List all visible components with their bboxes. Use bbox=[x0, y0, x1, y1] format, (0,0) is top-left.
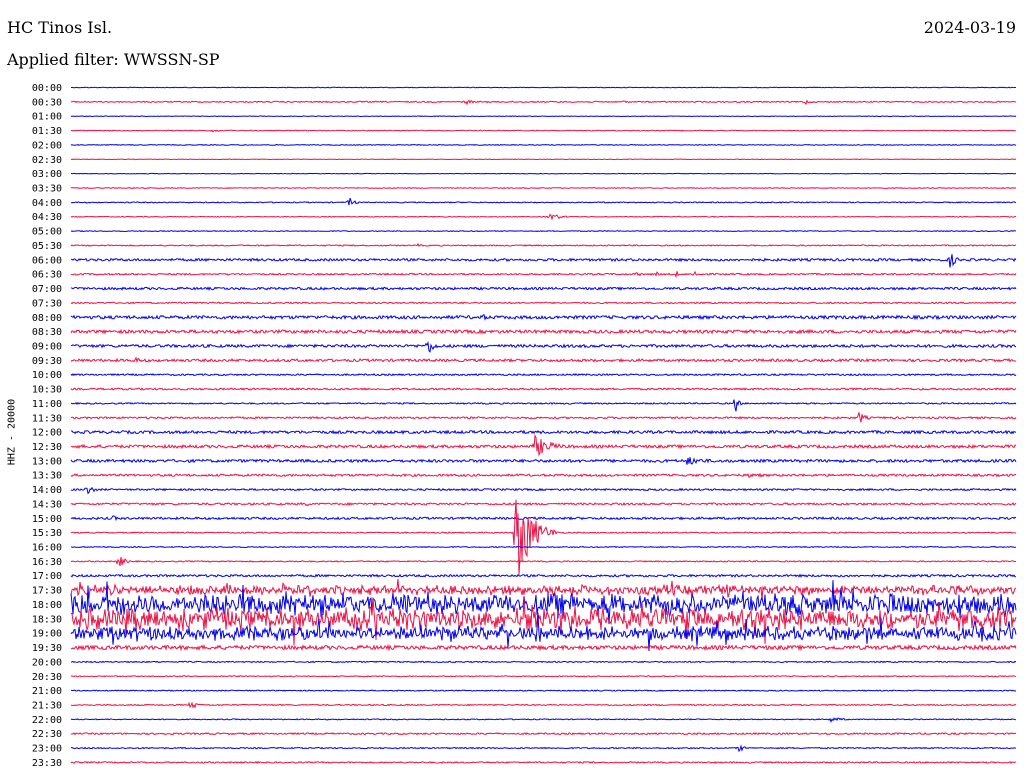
trace-line bbox=[70, 412, 1017, 423]
trace-line bbox=[70, 717, 1017, 723]
trace-line bbox=[70, 501, 1017, 507]
time-label: 17:00 bbox=[32, 571, 62, 582]
time-label: 23:00 bbox=[32, 744, 62, 755]
time-label: 09:30 bbox=[32, 356, 62, 367]
time-label: 20:00 bbox=[32, 657, 62, 668]
trace-line bbox=[70, 429, 1017, 435]
trace-line bbox=[70, 158, 1017, 161]
trace-line bbox=[71, 186, 1017, 190]
time-label: 16:30 bbox=[32, 557, 62, 568]
trace-line bbox=[70, 129, 1017, 133]
trace-line bbox=[70, 270, 1017, 279]
time-label: 04:30 bbox=[32, 212, 62, 223]
time-label: 07:30 bbox=[32, 298, 62, 309]
trace-line bbox=[71, 197, 1017, 206]
trace-line bbox=[70, 643, 1017, 652]
trace-line bbox=[71, 701, 1017, 709]
time-label: 08:30 bbox=[32, 327, 62, 338]
time-label: 06:00 bbox=[32, 255, 62, 266]
trace-line bbox=[70, 356, 1017, 364]
time-label: 13:00 bbox=[32, 456, 62, 467]
trace-line bbox=[70, 675, 1017, 678]
trace-line bbox=[70, 314, 1017, 322]
time-label: 14:00 bbox=[32, 485, 62, 496]
trace-line bbox=[70, 143, 1017, 146]
time-label-group: 00:00 00:30 01:00 01:30 02:00 02:30 03:00 03:30… bbox=[32, 83, 62, 769]
time-label: 01:00 bbox=[32, 112, 62, 123]
trace-line bbox=[70, 301, 1017, 305]
time-label: 02:30 bbox=[32, 155, 62, 166]
time-label: 16:00 bbox=[32, 543, 62, 554]
time-label: 03:00 bbox=[32, 169, 62, 180]
time-label: 19:30 bbox=[32, 643, 62, 654]
trace-line bbox=[70, 86, 1017, 89]
trace-line bbox=[70, 230, 1017, 233]
trace-line bbox=[70, 242, 1017, 247]
trace-group bbox=[70, 86, 1017, 764]
time-label: 06:30 bbox=[32, 270, 62, 281]
time-label: 22:00 bbox=[32, 715, 62, 726]
time-label: 03:30 bbox=[32, 184, 62, 195]
trace-line bbox=[70, 760, 1017, 764]
time-label: 02:00 bbox=[32, 140, 62, 151]
time-label: 13:30 bbox=[32, 471, 62, 482]
time-label: 14:30 bbox=[32, 499, 62, 510]
time-label: 11:00 bbox=[32, 399, 62, 410]
time-label: 15:30 bbox=[32, 528, 62, 539]
time-label: 15:00 bbox=[32, 514, 62, 525]
trace-line bbox=[70, 515, 1017, 522]
trace-line bbox=[70, 373, 1017, 377]
trace-line bbox=[70, 486, 1017, 495]
time-label: 05:30 bbox=[32, 241, 62, 252]
trace-line bbox=[70, 573, 1017, 578]
time-label: 11:30 bbox=[32, 413, 62, 424]
time-label: 18:30 bbox=[32, 614, 62, 625]
time-label: 12:30 bbox=[32, 442, 62, 453]
trace-line bbox=[70, 472, 1017, 478]
trace-line bbox=[70, 286, 1017, 291]
time-label: 10:30 bbox=[32, 385, 62, 396]
time-label: 18:00 bbox=[32, 600, 62, 611]
trace-line bbox=[70, 172, 1016, 175]
time-label: 05:00 bbox=[32, 227, 62, 238]
time-label: 22:30 bbox=[32, 729, 62, 740]
time-label: 10:00 bbox=[32, 370, 62, 381]
trace-line bbox=[70, 213, 1017, 221]
time-label: 21:30 bbox=[32, 700, 62, 711]
trace-line bbox=[70, 744, 1017, 753]
time-label: 12:00 bbox=[32, 428, 62, 439]
trace-line bbox=[70, 689, 1017, 692]
trace-line bbox=[70, 399, 1017, 412]
trace-line bbox=[70, 545, 1017, 549]
trace-line bbox=[70, 732, 1017, 736]
time-label: 07:00 bbox=[32, 284, 62, 295]
time-label: 19:00 bbox=[32, 629, 62, 640]
time-label: 08:00 bbox=[32, 313, 62, 324]
time-label: 01:30 bbox=[32, 126, 62, 137]
time-label: 17:30 bbox=[32, 586, 62, 597]
trace-line bbox=[70, 387, 1017, 391]
trace-line bbox=[70, 457, 1017, 465]
trace-line bbox=[70, 99, 1017, 106]
time-label: 21:00 bbox=[32, 686, 62, 697]
time-label: 09:00 bbox=[32, 341, 62, 352]
trace-line bbox=[70, 254, 1017, 268]
trace-line bbox=[71, 115, 1017, 118]
trace-line bbox=[70, 556, 1017, 567]
time-label: 20:30 bbox=[32, 672, 62, 683]
time-label: 04:00 bbox=[32, 198, 62, 209]
time-label: 00:30 bbox=[32, 97, 62, 108]
helicorder-plot: 00:00 00:30 01:00 01:30 02:00 02:30 03:00 03:30… bbox=[32, 83, 1017, 769]
trace-line bbox=[70, 433, 1017, 457]
trace-line bbox=[70, 660, 1017, 664]
trace-line bbox=[70, 499, 1017, 575]
trace-line bbox=[70, 340, 1017, 353]
trace-line bbox=[70, 328, 1017, 335]
time-label: 23:30 bbox=[32, 758, 62, 769]
time-label: 00:00 bbox=[32, 83, 62, 94]
